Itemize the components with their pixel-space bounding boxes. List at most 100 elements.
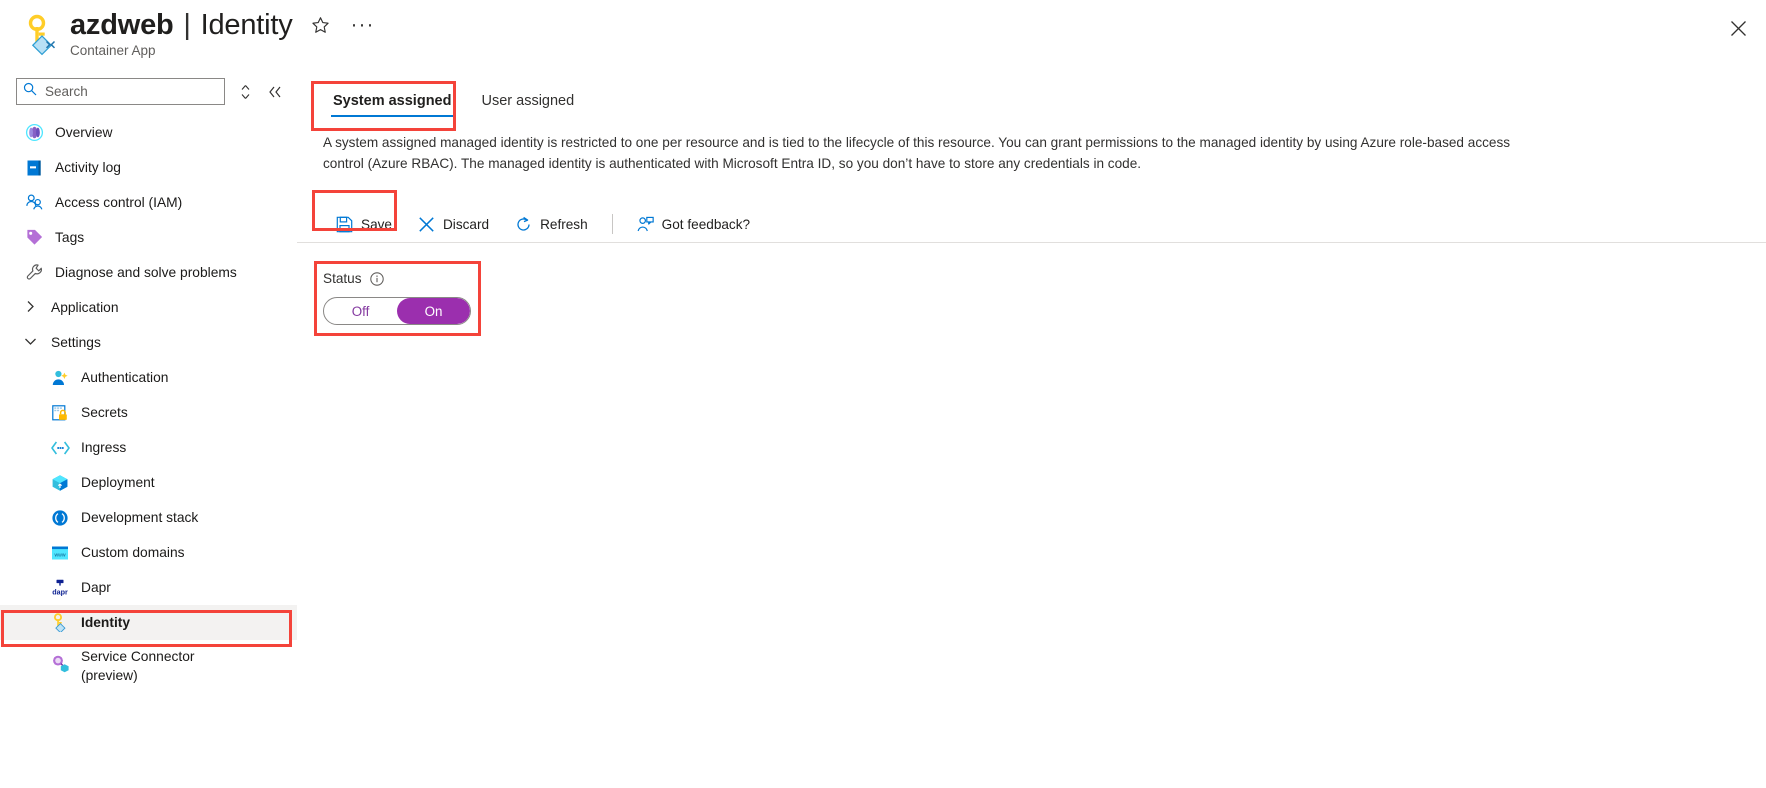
status-toggle-on[interactable]: On [397,298,470,324]
authentication-icon [50,368,70,388]
identity-tabs: System assigned User assigned [321,87,586,119]
wrench-icon [24,263,44,283]
sidebar-item-custom-domains[interactable]: www Custom domains [0,535,297,570]
sidebar-item-diagnose-and-solve-problems[interactable]: Diagnose and solve problems [0,255,297,290]
tab-system-assigned[interactable]: System assigned [321,87,463,119]
sidebar-item-authentication[interactable]: Authentication [0,360,297,395]
resource-type-subtitle: Container App [70,43,156,58]
sidebar-item-tags[interactable]: Tags [0,220,297,255]
tags-icon [24,228,44,248]
status-label: Status [323,271,362,286]
toolbar-separator [611,214,613,234]
azure-portal-identity-blade: azdweb | Identity ··· Container App Sear… [0,0,1766,788]
toolbar-label: Refresh [540,216,588,232]
svg-text:dapr: dapr [52,587,68,596]
tab-label: User assigned [481,93,575,109]
status-toggle[interactable]: Off On [323,297,471,325]
svg-text:www: www [54,552,65,558]
search-input-wrapper[interactable] [16,78,225,105]
collapse-chevrons-icon[interactable] [265,82,285,102]
toolbar-label: Got feedback? [661,216,751,232]
secrets-lock-icon [50,403,70,423]
resource-name: azdweb [70,9,174,41]
sidebar-item-label: Custom domains [81,545,185,560]
sidebar-item-service-connector[interactable]: Service Connector (preview) [0,640,297,688]
title-row: azdweb | Identity ··· [70,8,377,42]
info-icon[interactable] [369,271,384,286]
discard-button[interactable]: Discard [405,208,502,240]
sidebar-item-access-control[interactable]: Access control (IAM) [0,185,297,220]
access-control-icon [24,193,44,213]
tab-user-assigned[interactable]: User assigned [469,87,586,119]
tab-label: System assigned [333,93,452,109]
activity-log-icon [24,158,44,178]
overview-icon [24,123,44,143]
toggle-off-label: Off [351,303,370,319]
blade-header: azdweb | Identity ··· Container App [0,0,1766,75]
status-toggle-off[interactable]: Off [324,298,397,324]
sidebar-item-label: Secrets [81,405,128,420]
sidebar-item-label: Application [51,300,119,315]
sidebar-item-identity[interactable]: Identity [0,605,297,640]
sidebar-item-ingress[interactable]: Ingress [0,430,297,465]
sidebar-item-dapr[interactable]: dapr Dapr [0,570,297,605]
sidebar-item-development-stack[interactable]: Development stack [0,500,297,535]
save-floppy-icon [336,216,353,233]
dapr-icon: dapr [50,578,70,598]
command-toolbar: Save Discard Refresh Got feedback? [323,206,763,242]
identity-key-icon [50,613,70,633]
sidebar-item-label: Identity [81,615,131,630]
refresh-button[interactable]: Refresh [502,208,601,240]
sidebar-item-label: Authentication [81,370,169,385]
discard-x-icon [418,216,435,233]
toolbar-divider [297,242,1766,243]
sidebar-search-row [16,78,285,105]
status-section: Status Off On [323,271,471,325]
sidebar-item-activity-log[interactable]: Activity log [0,150,297,185]
toolbar-label: Discard [442,216,490,232]
service-connector-icon [50,653,70,673]
sidebar-group-application[interactable]: Application [0,290,297,325]
sidebar-item-deployment[interactable]: Deployment [0,465,297,500]
sort-icon[interactable] [235,82,255,102]
sidebar-item-label: Tags [55,230,85,245]
deployment-cube-icon [50,473,70,493]
sidebar-item-secrets[interactable]: Secrets [0,395,297,430]
blade-name: Identity [200,9,293,41]
sidebar-item-label: Development stack [81,510,199,525]
custom-domains-icon: www [50,543,70,563]
sidebar-item-label: Diagnose and solve problems [55,265,237,280]
feedback-person-icon [637,216,654,233]
sidebar-item-label: Deployment [81,475,155,490]
sidebar-nav: Overview Activity log Access control (IA… [0,115,297,688]
search-input[interactable] [43,83,213,100]
refresh-icon [515,216,532,233]
sidebar-item-overview[interactable]: Overview [0,115,297,150]
title-separator: | [183,9,191,41]
star-icon[interactable] [307,11,335,39]
ingress-icon [50,438,70,458]
identity-content-pane: System assigned User assigned A system a… [297,75,1766,788]
container-app-identity-icon [22,14,62,56]
status-label-row: Status [323,271,471,286]
sidebar-item-label: Overview [55,125,113,140]
development-stack-icon [50,508,70,528]
ellipsis-icon[interactable]: ··· [349,11,377,39]
sidebar-item-label: Dapr [81,580,111,595]
sidebar-item-label: Activity log [55,160,121,175]
toggle-on-label: On [424,303,443,319]
save-button[interactable]: Save [323,208,405,240]
sidebar-item-label: Ingress [81,440,127,455]
sidebar-item-label: Settings [51,335,101,350]
toolbar-label: Save [361,216,392,232]
system-assigned-description: A system assigned managed identity is re… [323,135,1511,171]
close-icon[interactable] [1722,12,1754,44]
search-icon [23,82,37,101]
chevron-right-icon [22,300,38,316]
sidebar-item-label: Service Connector (preview) [81,649,195,683]
blade-sidebar: Overview Activity log [0,75,297,788]
chevron-down-icon [22,336,38,350]
got-feedback-button[interactable]: Got feedback? [624,208,763,240]
sidebar-group-settings[interactable]: Settings [0,325,297,360]
page-title: azdweb | Identity [70,8,293,42]
